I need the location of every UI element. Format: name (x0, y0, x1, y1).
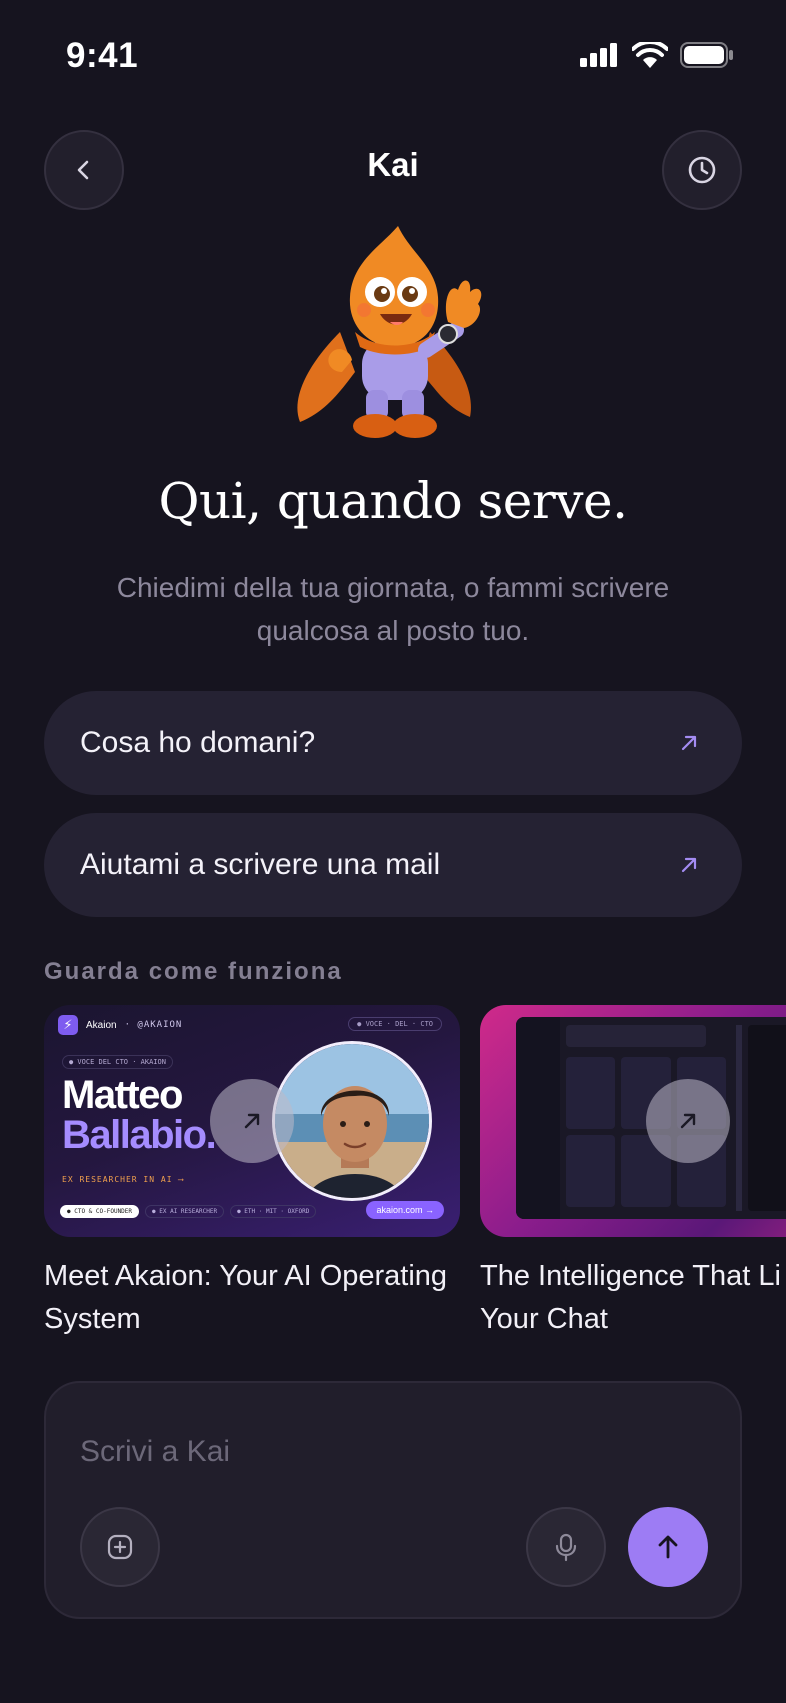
thumb-name-first: Matteo (62, 1073, 183, 1117)
video-title-line: The Intelligence That Li (480, 1260, 781, 1292)
kai-mascot-illustration (297, 226, 482, 438)
lightning-icon: ⚡ (58, 1015, 78, 1035)
app-chat-panel (748, 1025, 786, 1211)
thumb-name-last: Ballabio. (62, 1113, 217, 1157)
kai-chat-screen: 9:41 Kai Qui, quando serve. Chiedimi del… (0, 0, 786, 1703)
clock-icon (688, 156, 716, 184)
arrow-up-right-icon (244, 1113, 260, 1129)
thumb-site-button: akaion.com → (366, 1201, 444, 1219)
video-thumbnail (480, 1005, 786, 1237)
app-tile (566, 1135, 616, 1207)
play-button[interactable] (646, 1079, 730, 1163)
suggestion-label: Aiutami a scrivere una mail (80, 848, 441, 881)
portrait-illustration (275, 1044, 429, 1198)
app-tile (566, 1057, 616, 1129)
video-title: The Intelligence That Li Your Chat (480, 1255, 786, 1341)
section-label: Guarda come funziona (44, 958, 343, 985)
app-sidebar (516, 1017, 560, 1219)
signal-icon (580, 43, 617, 67)
send-button[interactable] (628, 1507, 708, 1587)
message-composer[interactable]: Scrivi a Kai (44, 1381, 742, 1619)
hero-title: Qui, quando serve. (158, 472, 628, 530)
suggestion-tomorrow[interactable]: Cosa ho domani? (44, 691, 742, 795)
plus-square-icon (107, 1534, 133, 1560)
video-card[interactable]: The Intelligence That Li Your Chat (480, 1005, 786, 1341)
arrow-up-right-icon (681, 735, 697, 751)
video-title-line: Your Chat (480, 1303, 608, 1335)
attach-button[interactable] (80, 1507, 160, 1587)
hero-subtitle: Chiedimi della tua giornata, o fammi scr… (116, 572, 670, 646)
app-divider (736, 1025, 742, 1211)
thumb-brand-tag: · @AKAION (124, 1020, 183, 1030)
arrow-up-icon (658, 1535, 678, 1559)
microphone-icon (555, 1533, 577, 1562)
status-time: 9:41 (66, 36, 139, 75)
thumb-chip: ● CTO & CO-FOUNDER (60, 1205, 140, 1218)
thumb-brand: ⚡ Akaion · @AKAION (58, 1015, 182, 1035)
video-card[interactable]: ⚡ Akaion · @AKAION ● VOCE · DEL · CTO ● … (44, 1005, 460, 1341)
message-input[interactable]: Scrivi a Kai (80, 1435, 230, 1469)
battery-icon (680, 42, 733, 68)
arrow-up-right-icon (680, 1113, 696, 1129)
play-button[interactable] (210, 1079, 294, 1163)
thumb-chip: ● ETH · MIT · OXFORD (230, 1205, 317, 1218)
suggestion-write-mail[interactable]: Aiutami a scrivere una mail (44, 813, 742, 917)
video-title-line: Meet Akaion: Your AI Operating (44, 1260, 448, 1292)
status-icons (580, 42, 734, 68)
microphone-button[interactable] (526, 1507, 606, 1587)
arrow-up-right-icon (681, 857, 697, 873)
thumb-chips: ● CTO & CO-FOUNDER ● EX AI RESEARCHER ● … (60, 1205, 317, 1218)
suggestion-label: Cosa ho domani? (80, 726, 316, 759)
thumb-tag: ● VOCE DEL CTO · AKAION (62, 1055, 173, 1069)
thumb-brand-name: Akaion (86, 1019, 117, 1031)
history-button[interactable] (662, 130, 742, 210)
arrow-right-icon: ⟶ (178, 1175, 185, 1184)
portrait-photo (272, 1041, 432, 1201)
thumb-role-text: EX RESEARCHER IN AI (62, 1175, 173, 1184)
thumb-pill: ● VOCE · DEL · CTO (348, 1017, 442, 1031)
thumb-role: EX RESEARCHER IN AI ⟶ (62, 1175, 184, 1184)
app-panel (566, 1025, 706, 1047)
video-title-line: System (44, 1303, 141, 1335)
wifi-icon (632, 42, 668, 68)
thumb-chip: ● EX AI RESEARCHER (145, 1205, 225, 1218)
video-thumbnail: ⚡ Akaion · @AKAION ● VOCE · DEL · CTO ● … (44, 1005, 460, 1237)
video-title: Meet Akaion: Your AI Operating System (44, 1255, 460, 1341)
